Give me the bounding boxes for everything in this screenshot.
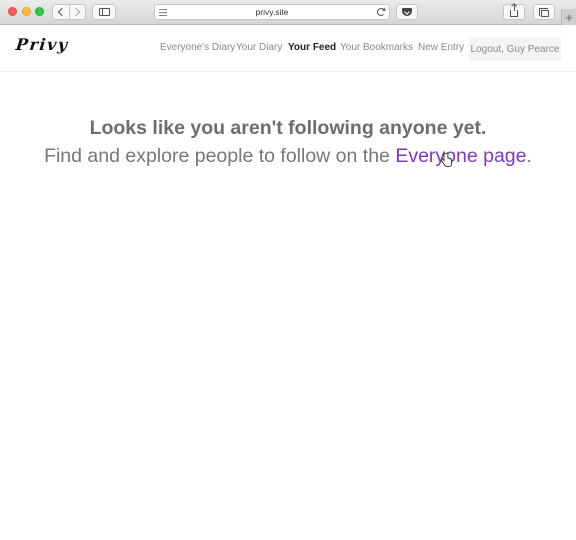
new-tab-button[interactable]: + bbox=[561, 9, 576, 25]
zoom-window-button[interactable] bbox=[35, 7, 44, 16]
tabs-icon bbox=[539, 7, 549, 17]
site-header: Privy Everyone's Diary Your Diary Your F… bbox=[0, 25, 576, 72]
browser-toolbar: privy.site + bbox=[0, 0, 576, 25]
history-navigation bbox=[52, 4, 86, 20]
pocket-button[interactable] bbox=[396, 4, 418, 20]
subline-suffix: . bbox=[526, 145, 532, 167]
feed-empty-state: Looks like you aren't following anyone y… bbox=[0, 72, 576, 540]
hand-cursor-icon bbox=[440, 152, 452, 167]
nav-new-entry[interactable]: New Entry bbox=[418, 42, 464, 53]
main-nav: Everyone's Diary Your Diary Your Feed Yo… bbox=[0, 25, 576, 72]
subline-prefix: Find and explore people to follow on the bbox=[44, 145, 396, 167]
back-button[interactable] bbox=[53, 5, 69, 19]
show-tabs-button[interactable] bbox=[533, 4, 555, 20]
chevron-left-icon bbox=[57, 7, 66, 17]
close-window-button[interactable] bbox=[8, 7, 17, 16]
sidebar-toggle-button[interactable] bbox=[92, 4, 116, 20]
nav-your-diary[interactable]: Your Diary bbox=[236, 42, 282, 53]
empty-feed-headline: Looks like you aren't following anyone y… bbox=[89, 117, 487, 139]
empty-feed-subline: Find and explore people to follow on the… bbox=[0, 145, 576, 168]
pocket-icon bbox=[402, 8, 412, 16]
address-bar[interactable]: privy.site bbox=[154, 4, 390, 20]
share-button[interactable] bbox=[503, 4, 525, 20]
reload-icon[interactable] bbox=[377, 8, 385, 16]
logout-button[interactable]: Logout, Guy Pearce bbox=[469, 37, 561, 61]
everyone-page-link[interactable]: Everyone page bbox=[395, 145, 526, 167]
share-icon bbox=[510, 4, 518, 17]
forward-button[interactable] bbox=[68, 5, 86, 19]
url-text: privy.site bbox=[255, 7, 289, 17]
nav-your-bookmarks[interactable]: Your Bookmarks bbox=[340, 42, 413, 53]
minimize-window-button[interactable] bbox=[22, 7, 31, 16]
nav-everyones-diary[interactable]: Everyone's Diary bbox=[160, 42, 235, 53]
nav-your-feed[interactable]: Your Feed bbox=[288, 42, 336, 53]
chevron-right-icon bbox=[72, 7, 81, 17]
sidebar-icon bbox=[98, 8, 110, 16]
